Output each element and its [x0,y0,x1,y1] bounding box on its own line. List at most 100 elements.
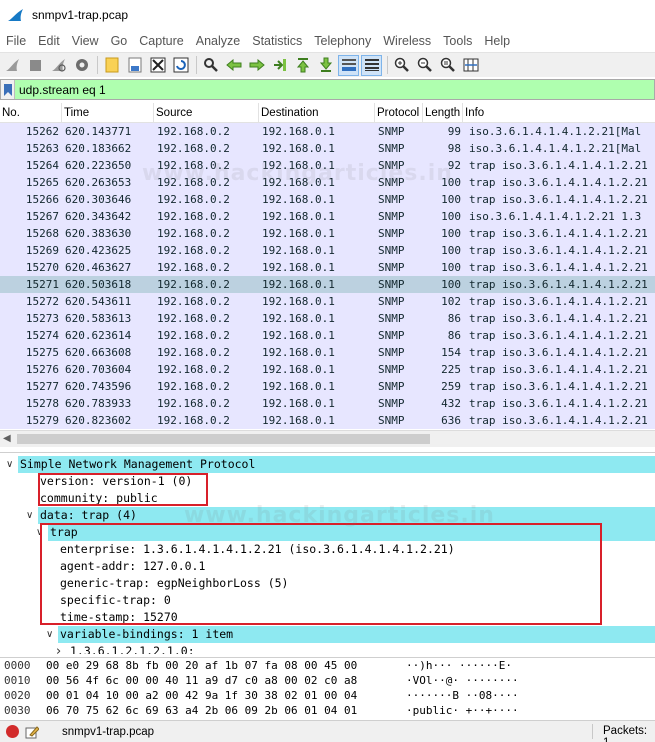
packet-row[interactable]: 15269 620.423625 192.168.0.2 192.168.0.1 SNM… [0,242,655,259]
column-header-length[interactable]: Length [423,103,463,122]
stop-capture-icon[interactable] [25,55,46,76]
packet-list-hscrollbar[interactable]: ◀ [0,430,655,447]
bytes-hex[interactable]: 00 56 4f 6c 00 00 40 11 a9 d7 c0 a8 00 0… [46,673,357,688]
menu-file[interactable]: File [0,34,32,48]
bytes-ascii[interactable]: ·VOl··@· ········ [406,673,519,688]
packet-info: trap iso.3.6.1.4.1.4.1.2.21 [469,278,648,291]
packet-row[interactable]: 15273 620.583613 192.168.0.2 192.168.0.1 SNM… [0,310,655,327]
detail-tree-item[interactable]: ∨ variable-bindings: 1 item [0,626,655,643]
bytes-ascii[interactable]: ·public· +··+···· [406,703,519,718]
detail-tree-item[interactable]: › 1.3.6.1.2.1.2.1.0: [0,643,655,654]
colorize-icon[interactable] [361,54,382,76]
menu-go[interactable]: Go [105,34,134,48]
packet-time: 620.663608 [65,346,132,359]
go-back-icon[interactable] [223,55,244,76]
packet-destination: 192.168.0.1 [262,261,335,274]
packet-row[interactable]: 15277 620.743596 192.168.0.2 192.168.0.1 SNM… [0,378,655,395]
go-forward-icon[interactable] [246,55,267,76]
packet-row[interactable]: 15271 620.503618 192.168.0.2 192.168.0.1 SNM… [0,276,655,293]
restart-capture-icon[interactable] [48,55,69,76]
shark-fin-start-icon[interactable] [2,55,23,76]
packet-row[interactable]: 15266 620.303646 192.168.0.2 192.168.0.1 SNM… [0,191,655,208]
packet-info: iso.3.6.1.4.1.4.1.2.21[Mal [469,125,642,138]
zoom-out-icon[interactable] [414,55,435,76]
column-header-destination[interactable]: Destination [259,103,375,122]
menu-edit[interactable]: Edit [32,34,66,48]
scrollbar-thumb[interactable] [17,434,430,444]
column-header-source[interactable]: Source [154,103,259,122]
packet-info: trap iso.3.6.1.4.1.4.1.2.21 [469,329,648,342]
menu-statistics[interactable]: Statistics [246,34,308,48]
go-to-packet-icon[interactable] [269,55,290,76]
column-header-no[interactable]: No. [0,103,62,122]
packet-destination: 192.168.0.1 [262,346,335,359]
bytes-offset: 0010 [4,674,31,687]
packet-source: 192.168.0.2 [157,380,230,393]
bytes-ascii[interactable]: ·······B ··08···· [406,688,519,703]
menu-capture[interactable]: Capture [133,34,189,48]
open-file-icon[interactable] [101,55,122,76]
column-header-protocol[interactable]: Protocol [375,103,423,122]
packet-row[interactable]: 15263 620.183662 192.168.0.2 192.168.0.1 SNM… [0,140,655,157]
packet-protocol: SNMP [378,176,405,189]
detail-tree-item[interactable]: ∨ Simple Network Management Protocol [0,456,655,473]
bytes-hex[interactable]: 00 01 04 10 00 a2 00 42 9a 1f 30 38 02 0… [46,688,357,703]
column-header-info[interactable]: Info [463,103,655,122]
detail-text: variable-bindings: 1 item [60,627,234,641]
packet-info: trap iso.3.6.1.4.1.4.1.2.21 [469,363,648,376]
column-header-time[interactable]: Time [62,103,154,122]
menu-analyze[interactable]: Analyze [190,34,246,48]
chevron-right-icon[interactable]: › [56,643,61,654]
edit-comment-icon[interactable] [25,725,39,739]
chevron-down-icon[interactable]: ∨ [26,507,33,524]
bytes-hex[interactable]: 00 e0 29 68 8b fb 00 20 af 1b 07 fa 08 0… [46,658,357,673]
save-file-icon[interactable] [124,55,145,76]
packet-length: 636 [441,414,461,427]
resize-columns-icon[interactable] [460,55,481,76]
menu-help[interactable]: Help [478,34,516,48]
packet-list-header: No. Time Source Destination Protocol Len… [0,103,655,123]
toolbar-divider [196,56,197,74]
menu-tools[interactable]: Tools [437,34,478,48]
zoom-in-icon[interactable] [391,55,412,76]
menu-wireless[interactable]: Wireless [377,34,437,48]
packet-row[interactable]: 15270 620.463627 192.168.0.2 192.168.0.1 SNM… [0,259,655,276]
find-packet-icon[interactable] [200,55,221,76]
scroll-left-icon[interactable]: ◀ [3,433,11,444]
packet-row[interactable]: 15268 620.383630 192.168.0.2 192.168.0.1 SNM… [0,225,655,242]
chevron-down-icon[interactable]: ∨ [6,456,13,473]
packet-length: 100 [441,244,461,257]
detail-tree-item[interactable]: ∨ data: trap (4) [0,507,655,524]
packet-row[interactable]: 15264 620.223650 192.168.0.2 192.168.0.1 SNM… [0,157,655,174]
autoscroll-icon[interactable] [338,54,359,76]
menu-view[interactable]: View [66,34,105,48]
go-first-icon[interactable] [292,55,313,76]
expert-info-icon[interactable] [6,725,19,738]
display-filter-input[interactable] [19,82,619,97]
packet-no: 15266 [25,193,59,206]
packet-row[interactable]: 15272 620.543611 192.168.0.2 192.168.0.1 SNM… [0,293,655,310]
packet-length: 100 [441,261,461,274]
annotation-box-trap [40,523,602,625]
packet-row[interactable]: 15274 620.623614 192.168.0.2 192.168.0.1 SNM… [0,327,655,344]
packet-length: 100 [441,210,461,223]
packet-row[interactable]: 15276 620.703604 192.168.0.2 192.168.0.1 SNM… [0,361,655,378]
close-file-icon[interactable] [147,55,168,76]
packet-row[interactable]: 15278 620.783933 192.168.0.2 192.168.0.1 SNM… [0,395,655,412]
go-last-icon[interactable] [315,55,336,76]
packet-row[interactable]: 15275 620.663608 192.168.0.2 192.168.0.1 SNM… [0,344,655,361]
packet-row[interactable]: 15279 620.823602 192.168.0.2 192.168.0.1 SNM… [0,412,655,429]
packet-row[interactable]: 15262 620.143771 192.168.0.2 192.168.0.1 SNM… [0,123,655,140]
reload-file-icon[interactable] [170,55,191,76]
chevron-down-icon[interactable]: ∨ [46,626,53,643]
bookmark-icon[interactable] [1,80,15,99]
bytes-ascii[interactable]: ··)h··· ······E· [406,658,512,673]
packet-row[interactable]: 15267 620.343642 192.168.0.2 192.168.0.1 SNM… [0,208,655,225]
packet-info: trap iso.3.6.1.4.1.4.1.2.21 [469,295,648,308]
menu-telephony[interactable]: Telephony [308,34,377,48]
capture-options-icon[interactable] [71,55,92,76]
bytes-hex[interactable]: 06 70 75 62 6c 69 63 a4 2b 06 09 2b 06 0… [46,703,357,718]
packet-protocol: SNMP [378,346,405,359]
packet-row[interactable]: 15265 620.263653 192.168.0.2 192.168.0.1 SNM… [0,174,655,191]
normal-size-icon[interactable] [437,55,458,76]
